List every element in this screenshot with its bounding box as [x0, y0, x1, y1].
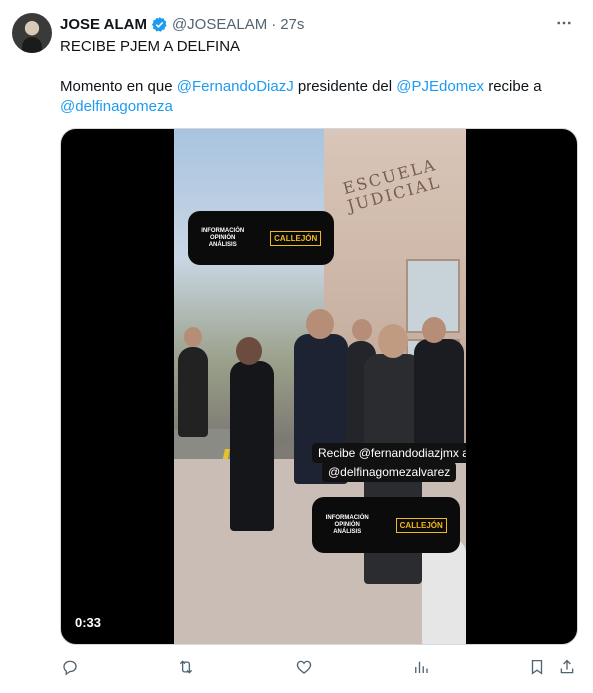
views-icon[interactable]	[411, 656, 431, 678]
person	[178, 347, 208, 437]
person	[230, 361, 274, 531]
person-head	[352, 319, 372, 341]
tweet-headline: RECIBE PJEM A DELFINA	[60, 38, 241, 55]
badge-logo: CALLEJÓN	[270, 230, 322, 246]
tweet-body: Momento en que @FernandoDiazJ presidente…	[60, 77, 580, 117]
tweet-text: RECIBE PJEM A DELFINA Momento en que @Fe…	[60, 37, 580, 117]
video-caption-line2: @delfinagomezalvarez	[322, 462, 457, 482]
channel-badge-bottom: INFORMACIÓN OPINIÓN ANÁLISIS CALLEJÓN	[312, 497, 460, 553]
tweet[interactable]: JOSE ALAM @JOSEALAM · 27s RECIBE PJEM A …	[0, 0, 593, 693]
video-duration: 0:33	[75, 615, 102, 630]
tweet-header: JOSE ALAM @JOSEALAM · 27s	[60, 14, 304, 34]
action-bar	[60, 656, 578, 680]
author-name[interactable]: JOSE ALAM	[60, 16, 147, 33]
person-head	[306, 309, 334, 339]
badge-info-text: INFORMACIÓN OPINIÓN ANÁLISIS	[325, 514, 369, 535]
person-head	[422, 317, 446, 343]
retweet-icon[interactable]	[176, 656, 196, 678]
reply-icon[interactable]	[60, 656, 80, 678]
avatar[interactable]	[12, 13, 52, 53]
mention-fernandodiazj[interactable]: @FernandoDiazJ	[177, 78, 294, 95]
badge-info-text: INFORMACIÓN OPINIÓN ANÁLISIS	[201, 227, 245, 248]
person-head	[184, 327, 202, 347]
body-middle: presidente del	[293, 78, 397, 95]
mention-delfinagomeza[interactable]: @delfinagomeza	[60, 98, 173, 115]
person	[422, 539, 466, 644]
video-player[interactable]: ESCUELA JUDICIAL INFORMACIÓN OPINIÓN ANÁ…	[60, 128, 578, 645]
bookmark-icon[interactable]	[527, 656, 547, 678]
mention-pjedomex[interactable]: @PJEdomex	[396, 78, 484, 95]
verified-badge-icon	[151, 16, 168, 33]
more-icon[interactable]	[553, 13, 575, 33]
channel-badge-top: INFORMACIÓN OPINIÓN ANÁLISIS CALLEJÓN	[188, 211, 334, 265]
body-suffix: recibe a	[484, 78, 542, 95]
author-handle[interactable]: @JOSEALAM	[172, 16, 267, 33]
body-prefix: Momento en que	[60, 78, 177, 95]
separator: ·	[271, 15, 277, 33]
video-caption-line1: Recibe @fernandodiazjmx a	[312, 443, 466, 463]
like-icon[interactable]	[294, 656, 314, 678]
timestamp[interactable]: 27s	[280, 16, 304, 33]
person-head	[378, 324, 408, 358]
share-icon[interactable]	[557, 656, 577, 678]
video-frame: ESCUELA JUDICIAL INFORMACIÓN OPINIÓN ANÁ…	[174, 129, 466, 644]
person-head	[236, 337, 262, 365]
badge-logo: CALLEJÓN	[395, 517, 447, 533]
person	[414, 339, 464, 459]
